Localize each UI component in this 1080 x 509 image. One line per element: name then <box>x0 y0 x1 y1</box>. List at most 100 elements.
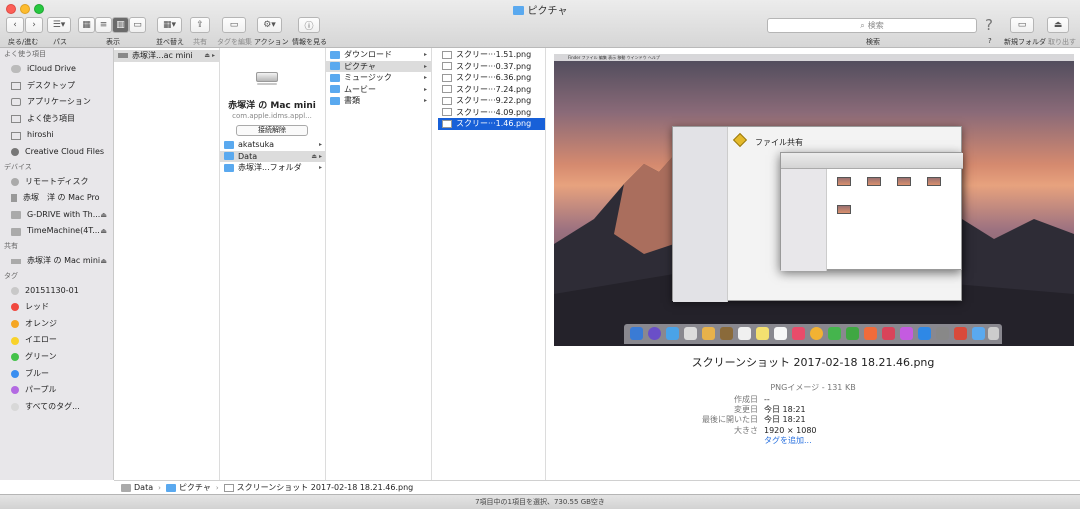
finder-window: ピクチャ ‹ › 戻る/進む ☰▾ パス ▦ ≡ ▥ ▭ 表示 ▦▾ 並べ替え … <box>0 0 1080 509</box>
sidebar-item-g-drive[interactable]: G-DRIVE with Th... ⏏ <box>0 207 113 224</box>
arrange-button[interactable]: ▦▾ <box>157 17 182 33</box>
list-item[interactable]: akatsuka ▸ <box>220 139 325 151</box>
icon-view-button[interactable]: ▦ <box>78 17 95 33</box>
share-button[interactable]: ⇪ <box>190 17 210 33</box>
list-item[interactable]: 赤塚洋...フォルダ ▸ <box>220 162 325 174</box>
preview-filename: スクリーンショット 2017-02-18 18.21.46.png <box>691 356 935 369</box>
icon-view-icon: ▦ <box>82 20 91 30</box>
disconnect-button[interactable]: 接続解除 <box>236 125 308 136</box>
meta-row: 作成日 -- <box>734 395 770 404</box>
sidebar-item-creative-cloud[interactable]: Creative Cloud Files <box>0 144 113 161</box>
chevron-right-icon: › <box>32 20 36 30</box>
sidebar-item-home[interactable]: hiroshi <box>0 127 113 144</box>
help-icon[interactable]: ? <box>985 16 993 34</box>
dock-app-icon <box>882 327 895 340</box>
sidebar-item-timemachine[interactable]: TimeMachine(4T... ⏏ <box>0 223 113 240</box>
disc-icon <box>11 177 19 186</box>
back-button[interactable]: ‹ <box>6 17 24 33</box>
png-file-icon <box>442 96 452 105</box>
share-list: akatsuka ▸ Data ⏏ ▸ 赤塚洋...フォルダ ▸ <box>220 139 325 174</box>
network-icon <box>118 53 128 59</box>
eject-icon[interactable]: ⏏ ▸ <box>311 151 322 163</box>
action-button[interactable]: ⚙▾ <box>257 17 282 33</box>
folder-icon <box>330 85 340 94</box>
column-3: ダウンロード ▸ ピクチャ ▸ ミュージック ▸ ムービー ▸ 書類 ▸ <box>326 48 432 480</box>
share-label: 共有 <box>193 38 207 46</box>
sidebar-item-mac-mini[interactable]: 赤塚洋 の Mac mini ⏏ <box>0 253 113 270</box>
forward-button[interactable]: › <box>25 17 43 33</box>
sidebar-tag[interactable]: グリーン <box>0 349 113 366</box>
sidebar-item-mac-pro[interactable]: 赤塚 洋 の Mac Pro <box>0 190 113 207</box>
sidebar-tag[interactable]: ブルー <box>0 366 113 383</box>
new-folder-button[interactable]: ▭ <box>1010 17 1034 33</box>
dock-app-icon <box>648 327 661 340</box>
preview-thumbnail[interactable]: Finder ファイル 編集 表示 移動 ウインドウ ヘルプ ファイル共有 <box>554 54 1074 346</box>
search-input[interactable]: ⌕ 検索 <box>767 18 977 33</box>
shared-folder-icon <box>224 163 234 172</box>
path-segment[interactable]: Data <box>134 483 153 492</box>
eject-button[interactable]: ⏏ <box>1047 17 1069 33</box>
sidebar-tag[interactable]: パープル <box>0 382 113 399</box>
list-item[interactable]: ムービー ▸ <box>326 84 431 96</box>
list-item[interactable]: ミュージック ▸ <box>326 72 431 84</box>
edit-tags-button[interactable]: ▭ <box>222 17 246 33</box>
list-item[interactable]: スクリー···4.09.png <box>438 107 545 119</box>
list-item[interactable]: スクリー···9.22.png <box>438 95 545 107</box>
path-button[interactable]: ☰▾ <box>47 17 71 33</box>
dock-app-icon <box>702 327 715 340</box>
list-item[interactable]: 書類 ▸ <box>326 95 431 107</box>
drive-icon <box>11 227 21 236</box>
eject-icon: ⏏ <box>1053 20 1063 30</box>
sidebar-tag[interactable]: イエロー <box>0 332 113 349</box>
dock-app-icon <box>918 327 931 340</box>
tag-icon: ▭ <box>229 20 239 30</box>
computer-icon <box>11 194 17 203</box>
sidebar-tag[interactable]: 20151130-01 <box>0 283 113 300</box>
search-label: 検索 <box>866 38 880 46</box>
eject-icon[interactable]: ⏏ ▸ <box>204 50 215 62</box>
get-info-button[interactable]: ⓘ <box>298 17 320 33</box>
title-overflow <box>1002 2 1078 11</box>
server-name: 赤塚洋 の Mac mini <box>228 101 316 111</box>
file-sharing-icon <box>732 132 748 148</box>
path-segment[interactable]: ピクチャ <box>179 482 211 493</box>
eject-icon[interactable]: ⏏ <box>100 223 107 240</box>
sidebar-tag[interactable]: オレンジ <box>0 316 113 333</box>
sidebar-item-applications[interactable]: アプリケーション <box>0 94 113 111</box>
shared-folder-icon <box>224 152 234 161</box>
list-item[interactable]: Data ⏏ ▸ <box>220 150 325 163</box>
list-item[interactable]: スクリー···0.37.png <box>438 61 545 73</box>
list-item[interactable]: スクリー···6.36.png <box>438 72 545 84</box>
list-item[interactable]: スクリー···1.51.png <box>438 49 545 61</box>
eject-icon[interactable]: ⏏ <box>100 253 107 270</box>
dock-app-icon <box>792 327 805 340</box>
dock-app-icon <box>720 327 733 340</box>
png-file-icon <box>442 85 452 94</box>
sidebar-tag[interactable]: レッド <box>0 299 113 316</box>
list-item[interactable]: ダウンロード ▸ <box>326 49 431 61</box>
list-item[interactable]: 赤塚洋...ac mini ⏏ ▸ <box>114 50 219 62</box>
tag-dot-icon <box>11 353 19 362</box>
sidebar-item-remote-disc[interactable]: リモートディスク <box>0 174 113 191</box>
sidebar-item-favorites[interactable]: よく使う項目 <box>0 111 113 128</box>
get-info-label: 情報を見る <box>292 38 327 46</box>
add-tags-link[interactable]: タグを追加... <box>764 436 812 446</box>
list-item[interactable]: スクリー···7.24.png <box>438 84 545 96</box>
column-view-button[interactable]: ▥ <box>112 17 129 33</box>
mac-mini-icon <box>243 72 291 86</box>
list-view-button[interactable]: ≡ <box>95 17 112 33</box>
sidebar-item-desktop[interactable]: デスクトップ <box>0 78 113 95</box>
list-item[interactable]: ピクチャ ▸ <box>326 60 431 72</box>
inner-thumbnail <box>927 177 941 186</box>
folder-icon <box>330 50 340 59</box>
dock-app-icon <box>738 327 751 340</box>
path-segment[interactable]: スクリーンショット 2017-02-18 18.21.46.png <box>237 482 414 493</box>
list-item-selected[interactable]: スクリー···1.46.png <box>438 118 545 130</box>
png-file-icon <box>442 108 452 117</box>
dock-app-icon <box>666 327 679 340</box>
sidebar-item-icloud[interactable]: iCloud Drive <box>0 61 113 78</box>
coverflow-view-button[interactable]: ▭ <box>129 17 146 33</box>
eject-icon[interactable]: ⏏ <box>100 207 107 224</box>
sidebar-tag[interactable]: すべてのタグ... <box>0 399 113 416</box>
chevron-right-icon: ▸ <box>423 85 427 93</box>
